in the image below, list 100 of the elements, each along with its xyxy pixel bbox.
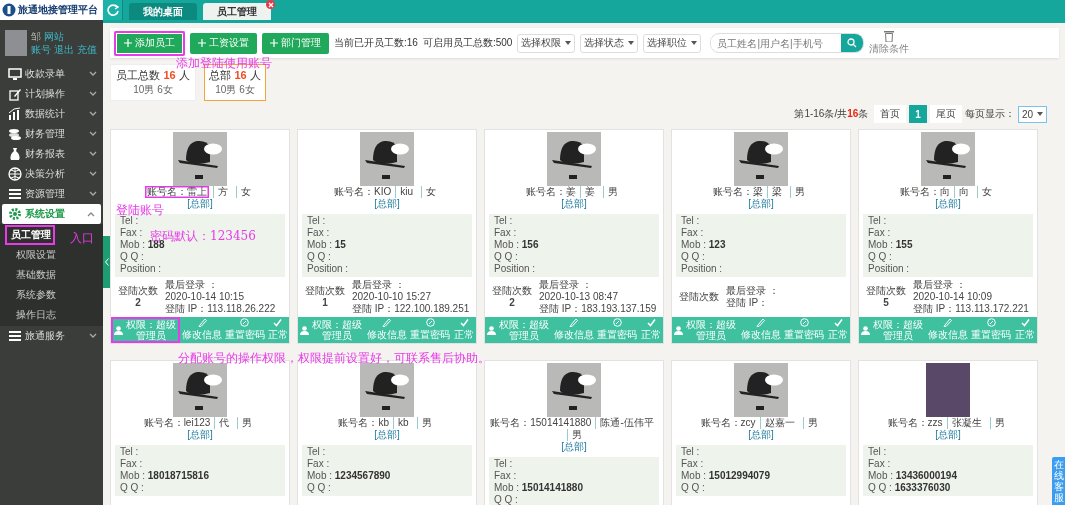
search-button[interactable] — [841, 34, 864, 52]
summary-title: 员工总数 16 人 — [116, 69, 190, 83]
avatar-drawing — [547, 132, 601, 186]
menu-item[interactable]: 旅通服务 — [0, 326, 103, 346]
summary-title: 总部 16 人 — [209, 68, 261, 83]
account-name: 账号名：KIO — [334, 186, 392, 198]
page-button[interactable]: 尾页 — [929, 105, 962, 123]
person-icon — [673, 325, 683, 335]
per-page-dropdown[interactable]: 20 — [1017, 105, 1047, 123]
page-button[interactable]: 1 — [909, 105, 927, 123]
check-icon — [459, 318, 469, 327]
tab[interactable]: 我的桌面 — [129, 3, 197, 20]
info-line: Fax : — [120, 458, 143, 470]
person-icon — [299, 325, 309, 335]
user-link[interactable]: 充值 — [77, 43, 97, 56]
menu-item[interactable]: 收款录单 — [0, 64, 103, 84]
info-line: Q Q : — [307, 482, 331, 494]
menu-item[interactable]: 资源管理 — [0, 184, 103, 204]
department-link[interactable]: [总部] — [561, 441, 587, 453]
menu-item[interactable]: 财务管理 — [0, 124, 103, 144]
menu-item[interactable]: 计划操作 — [0, 84, 103, 104]
info-line: Tel : — [494, 215, 513, 227]
menu-item[interactable]: 数据统计 — [0, 104, 103, 124]
account-name: 账号名：lei123 — [143, 417, 211, 429]
caret-icon — [628, 41, 635, 45]
submenu-item[interactable]: 基础数据 — [0, 265, 103, 285]
trash-icon — [884, 30, 895, 42]
stat-text: 当前已开员工数:16 — [334, 36, 418, 50]
department-link[interactable]: [总部] — [374, 429, 400, 441]
menu-item[interactable]: 决策分析 — [0, 164, 103, 184]
login-count: 2 — [135, 297, 141, 309]
info-line: Q Q : — [494, 251, 518, 263]
info-line: Fax : — [307, 227, 330, 239]
add-button[interactable]: 部门管理 — [262, 32, 329, 54]
pencil-icon — [382, 318, 392, 327]
gender: 男 — [566, 429, 586, 441]
user-link[interactable]: 退出 — [54, 43, 74, 56]
department-link[interactable]: [总部] — [374, 198, 400, 210]
chevron-down-icon — [89, 171, 97, 177]
add-button[interactable]: 工资设置 — [190, 32, 257, 54]
department-link[interactable]: [总部] — [935, 429, 961, 441]
menu-item[interactable]: 财务报表 — [0, 144, 103, 164]
employee-name: 方 — [213, 186, 232, 198]
info-line: Mob : 15012994079 — [681, 470, 770, 482]
filter-dropdown[interactable]: 选择权限 — [517, 33, 576, 53]
info-line: Q Q : — [681, 251, 705, 263]
info-line: Fax : — [868, 227, 891, 239]
submenu-item[interactable]: 权限设置 — [0, 245, 103, 265]
gender: 男 — [603, 186, 622, 198]
login-ip: 登陆 IP： — [726, 297, 770, 309]
close-button[interactable] — [266, 0, 275, 9]
gender: 男 — [416, 417, 436, 429]
avatar-drawing — [921, 132, 975, 186]
info-line: Q Q : — [120, 482, 144, 494]
info-line: Mob : 18018715816 — [120, 470, 209, 482]
menu-item[interactable]: 系统设置 — [2, 204, 101, 224]
info-line: Tel : — [120, 446, 139, 458]
search-field[interactable]: 员工姓名|用户名|手机号 — [710, 33, 865, 53]
check-icon — [1020, 318, 1030, 327]
list-icon — [8, 187, 22, 201]
department-link[interactable]: [总部] — [748, 429, 774, 441]
caret-icon — [691, 41, 698, 45]
account-name: 账号名：雷上 — [145, 186, 209, 198]
account-name: 账号名：姜 — [526, 186, 576, 198]
chevron-down-icon — [89, 91, 97, 97]
employee-name: kb — [393, 417, 413, 429]
annotation-text: 分配账号的操作权限，权限提前设置好，可联系售后协助。 — [178, 352, 490, 366]
submenu-item[interactable]: 操作日志 — [0, 305, 103, 325]
department-link[interactable]: [总部] — [561, 198, 587, 210]
chevron-up-icon — [87, 211, 95, 217]
login-count: 2 — [509, 297, 515, 309]
user-link[interactable]: 网站 — [44, 30, 64, 43]
filter-dropdown[interactable]: 选择职位 — [643, 33, 702, 53]
add-button[interactable]: 添加员工 — [114, 30, 185, 56]
clear-button[interactable]: 清除条件 — [869, 30, 910, 56]
department-link[interactable]: [总部] — [187, 429, 213, 441]
submenu-item[interactable]: 员工管理 — [5, 225, 55, 245]
user-link[interactable]: 账号 — [31, 43, 51, 56]
chevron-down-icon — [89, 111, 97, 117]
refresh-button[interactable] — [103, 0, 123, 20]
plus-icon — [270, 39, 278, 47]
info-line: Mob : 156 — [494, 239, 539, 251]
submenu-item[interactable]: 系统参数 — [0, 285, 103, 305]
online-service-button[interactable]: 在线客服 — [1052, 457, 1065, 505]
collapse-handle[interactable] — [103, 236, 110, 288]
login-ip: 登陆 IP：113.118.26.222 — [165, 303, 276, 315]
employee-name: 梁 — [767, 186, 786, 198]
info-line: Mob : 13436000194 — [868, 470, 957, 482]
avatar-drawing — [734, 132, 788, 186]
avatar-drawing — [173, 132, 227, 186]
page-button[interactable]: 首页 — [874, 105, 907, 123]
department-link[interactable]: [总部] — [935, 198, 961, 210]
last-login-label: 最后登录 ： — [913, 279, 967, 291]
login-count-label: 登陆次数 — [492, 285, 532, 297]
filter-dropdown[interactable]: 选择状态 — [580, 33, 639, 53]
info-line: Mob : 15014141880 — [494, 482, 583, 494]
department-link[interactable]: [总部] — [748, 198, 774, 210]
annotation-text: 登陆账号 — [116, 204, 164, 217]
plus-icon — [198, 39, 206, 47]
department-link[interactable]: [总部] — [187, 198, 213, 210]
